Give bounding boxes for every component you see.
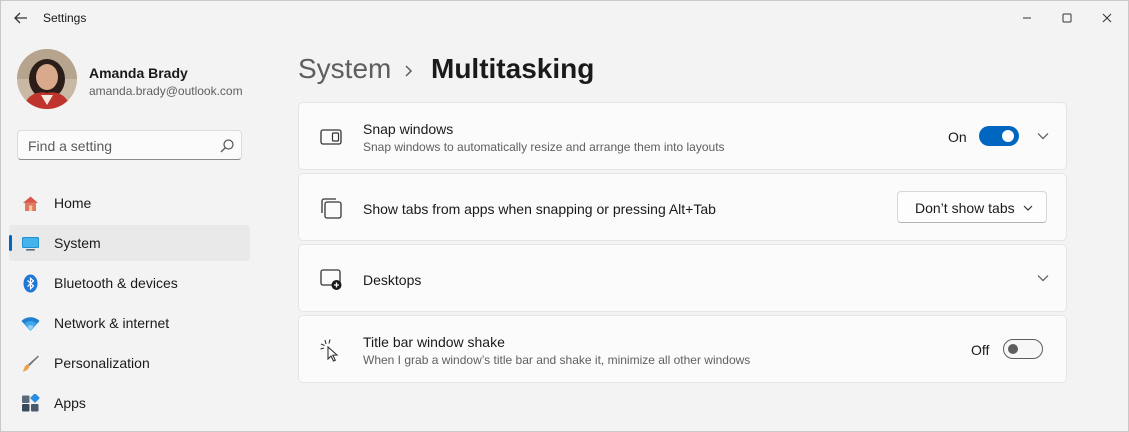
toggle-knob: [1008, 344, 1018, 354]
window-shake-title: Title bar window shake: [363, 334, 505, 350]
sidebar-item-label: Network & internet: [54, 315, 170, 331]
window-shake-card: Title bar window shake When I grab a win…: [298, 315, 1067, 383]
sidebar-item-label: Personalization: [54, 355, 150, 371]
chevron-down-icon[interactable]: [1035, 270, 1051, 286]
minimize-button[interactable]: [1014, 7, 1040, 29]
sidebar-item-label: Bluetooth & devices: [54, 275, 178, 291]
search-icon[interactable]: [219, 138, 235, 154]
desktops-card[interactable]: Desktops: [298, 244, 1067, 312]
system-icon: [22, 237, 39, 251]
snap-windows-description: Snap windows to automatically resize and…: [363, 140, 725, 154]
snap-windows-toggle[interactable]: [979, 126, 1019, 146]
show-tabs-card: Show tabs from apps when snapping or pre…: [298, 173, 1067, 241]
breadcrumb-chevron-icon: [405, 65, 413, 77]
brush-icon: [22, 355, 39, 372]
snap-windows-title: Snap windows: [363, 121, 454, 137]
maximize-icon: [1062, 13, 1072, 23]
user-email: amanda.brady@outlook.com: [89, 84, 243, 98]
home-icon: [23, 196, 38, 211]
show-tabs-title: Show tabs from apps when snapping or pre…: [363, 201, 716, 217]
title-bar: Settings: [1, 1, 1128, 35]
apps-icon: [22, 394, 40, 412]
sidebar-item-label: Home: [54, 195, 92, 211]
snap-windows-card[interactable]: Snap windows Snap windows to automatical…: [298, 102, 1067, 170]
close-button[interactable]: [1094, 7, 1120, 29]
sidebar-item-personalization[interactable]: Personalization: [9, 345, 250, 381]
selection-indicator: [9, 235, 12, 251]
app-title: Settings: [43, 11, 87, 25]
shake-toggle-state: Off: [971, 342, 990, 358]
desktops-title: Desktops: [363, 272, 422, 288]
back-button[interactable]: [11, 9, 31, 27]
sidebar-item-label: Apps: [54, 395, 86, 411]
chevron-down-icon[interactable]: [1035, 128, 1051, 144]
sidebar-item-label: System: [54, 235, 101, 251]
sidebar-item-home[interactable]: Home: [9, 185, 250, 221]
search-input[interactable]: [28, 137, 208, 155]
show-tabs-dropdown[interactable]: Don’t show tabs: [897, 191, 1047, 223]
chevron-down-icon: [1023, 205, 1033, 211]
shake-cursor-icon: [320, 339, 339, 362]
maximize-button[interactable]: [1054, 7, 1080, 29]
search-box: [17, 130, 242, 160]
close-icon: [1102, 13, 1112, 23]
tabs-icon: [321, 198, 342, 219]
breadcrumb-parent[interactable]: System: [298, 53, 391, 85]
desktops-icon: [320, 269, 342, 290]
back-arrow-icon: [14, 12, 27, 24]
settings-window: Settings Amanda Brady amanda.brady@outlo…: [0, 0, 1129, 432]
user-photo-icon: [17, 49, 77, 109]
avatar[interactable]: [17, 49, 77, 109]
minimize-icon: [1023, 17, 1031, 19]
user-name: Amanda Brady: [89, 65, 188, 81]
snap-windows-icon: [320, 129, 342, 145]
sidebar-item-bluetooth[interactable]: Bluetooth & devices: [9, 265, 250, 301]
sidebar-item-system[interactable]: System: [9, 225, 250, 261]
sidebar-item-apps[interactable]: Apps: [9, 385, 250, 421]
toggle-knob: [1002, 130, 1014, 142]
page-title: Multitasking: [431, 53, 595, 84]
dropdown-selected-value: Don’t show tabs: [915, 200, 1015, 216]
sidebar-item-network[interactable]: Network & internet: [9, 305, 250, 341]
window-shake-description: When I grab a window’s title bar and sha…: [363, 353, 751, 367]
window-shake-toggle[interactable]: [1003, 339, 1043, 359]
snap-toggle-state: On: [948, 129, 967, 145]
wifi-icon: [21, 317, 40, 331]
bluetooth-icon: [23, 274, 38, 293]
